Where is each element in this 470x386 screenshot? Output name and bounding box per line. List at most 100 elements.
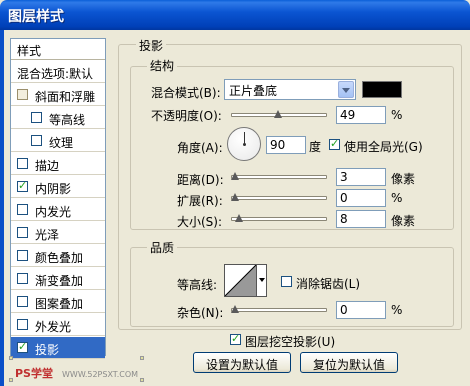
anti-alias-checkbox[interactable] — [281, 276, 292, 287]
opacity-unit: % — [391, 108, 403, 122]
global-light-label: 使用全局光(G) — [344, 140, 423, 154]
style-item[interactable]: 斜面和浮雕 — [11, 84, 105, 106]
window-frame-left — [0, 30, 4, 386]
resize-handle — [9, 378, 13, 382]
style-item-checkbox[interactable] — [17, 296, 28, 307]
style-item-checkbox[interactable] — [17, 179, 28, 192]
blend-mode-select[interactable]: 正片叠底 — [224, 79, 356, 100]
style-item-label: 光泽 — [35, 228, 60, 242]
style-item-label: 外发光 — [35, 320, 72, 334]
title-bar[interactable]: 图层样式 — [0, 0, 470, 30]
style-item-label: 混合选项:默认 — [17, 67, 94, 81]
size-slider-thumb[interactable] — [235, 214, 244, 226]
angle-label: 角度(A): — [177, 141, 223, 155]
opacity-slider[interactable] — [231, 110, 327, 122]
spread-slider-track — [231, 196, 327, 200]
style-item[interactable]: 颜色叠加 — [11, 245, 105, 267]
style-item-checkbox[interactable] — [17, 89, 28, 100]
watermark-logo: PS学堂 — [15, 367, 53, 380]
spread-input[interactable]: 0 — [336, 189, 386, 207]
style-item-label: 图案叠加 — [35, 297, 84, 311]
style-item-checkbox[interactable] — [17, 227, 28, 238]
angle-dial[interactable] — [227, 127, 261, 161]
contour-preview[interactable] — [224, 264, 257, 297]
style-item-label: 等高线 — [49, 113, 86, 127]
style-item[interactable]: 图案叠加 — [11, 291, 105, 313]
spread-unit: % — [391, 191, 403, 205]
style-item-label: 渐变叠加 — [35, 274, 84, 288]
noise-unit: % — [391, 303, 403, 317]
style-item-checkbox[interactable] — [31, 135, 42, 146]
drop-shadow-title: 投影 — [136, 37, 167, 54]
noise-slider[interactable] — [231, 305, 327, 317]
knockout-label: 图层挖空投影(U) — [245, 335, 336, 349]
opacity-input[interactable]: 49 — [336, 106, 386, 124]
set-default-button[interactable]: 设置为默认值 — [193, 352, 291, 373]
style-item-label: 内阴影 — [35, 182, 72, 196]
watermark-url: WWW.52PSXT.COM — [62, 370, 139, 379]
angle-dial-center — [243, 143, 246, 146]
size-label: 大小(S): — [177, 215, 223, 229]
distance-unit: 像素 — [391, 172, 416, 186]
style-item-label: 描边 — [35, 159, 60, 173]
opacity-slider-thumb[interactable] — [274, 110, 283, 122]
size-input[interactable]: 8 — [336, 210, 386, 228]
spread-slider-thumb[interactable] — [231, 193, 240, 205]
spread-label: 扩展(R): — [177, 194, 223, 208]
window-title: 图层样式 — [8, 9, 64, 25]
style-item[interactable]: 等高线 — [11, 107, 105, 129]
contour-label: 等高线: — [177, 278, 218, 292]
distance-slider-track — [231, 175, 327, 179]
size-unit: 像素 — [391, 214, 416, 228]
distance-slider-thumb[interactable] — [231, 172, 240, 184]
structure-title: 结构 — [147, 57, 178, 74]
style-item-label: 投影 — [35, 343, 60, 357]
quality-title: 品质 — [147, 239, 178, 256]
style-item[interactable]: 混合选项:默认 — [11, 61, 105, 83]
style-item-checkbox[interactable] — [17, 273, 28, 284]
style-item[interactable]: 纹理 — [11, 130, 105, 152]
style-item-checkbox[interactable] — [17, 340, 28, 353]
style-item-label: 颜色叠加 — [35, 251, 84, 265]
style-item[interactable]: 内发光 — [11, 199, 105, 221]
size-slider[interactable] — [231, 214, 327, 226]
angle-unit: 度 — [309, 140, 322, 154]
noise-input[interactable]: 0 — [336, 301, 386, 319]
knockout-checkbox[interactable] — [230, 332, 241, 345]
blend-mode-label: 混合模式(B): — [151, 86, 221, 100]
style-item-checkbox[interactable] — [17, 319, 28, 330]
style-item[interactable]: 外发光 — [11, 314, 105, 336]
style-item[interactable]: 渐变叠加 — [11, 268, 105, 290]
opacity-label: 不透明度(O): — [151, 109, 222, 123]
style-item-label: 斜面和浮雕 — [35, 90, 96, 104]
style-item[interactable]: 描边 — [11, 153, 105, 175]
angle-input[interactable]: 90 — [266, 136, 306, 154]
noise-label: 杂色(N): — [177, 306, 224, 320]
styles-list: 样式 混合选项:默认斜面和浮雕等高线纹理描边内阴影内发光光泽颜色叠加渐变叠加图案… — [10, 38, 106, 359]
style-item[interactable]: 光泽 — [11, 222, 105, 244]
layer-style-dialog: 图层样式 样式 混合选项:默认斜面和浮雕等高线纹理描边内阴影内发光光泽颜色叠加渐… — [0, 0, 470, 386]
style-item-checkbox[interactable] — [17, 158, 28, 169]
contour-curve-icon — [225, 265, 256, 296]
style-item[interactable]: 投影 — [11, 337, 105, 359]
style-item[interactable]: 内阴影 — [11, 176, 105, 198]
noise-slider-thumb[interactable] — [231, 305, 240, 317]
resize-handle — [140, 356, 144, 360]
size-slider-track — [231, 217, 327, 221]
style-item-checkbox[interactable] — [17, 204, 28, 215]
style-item-checkbox[interactable] — [31, 112, 42, 123]
distance-slider[interactable] — [231, 172, 327, 184]
distance-input[interactable]: 3 — [336, 168, 386, 186]
anti-alias-label: 消除锯齿(L) — [296, 277, 361, 291]
global-light-checkbox[interactable] — [329, 137, 340, 150]
distance-label: 距离(D): — [177, 173, 224, 187]
spread-slider[interactable] — [231, 193, 327, 205]
shadow-color-swatch[interactable] — [362, 81, 402, 98]
contour-dropdown[interactable] — [256, 264, 267, 297]
style-item-checkbox[interactable] — [17, 250, 28, 261]
styles-list-header[interactable]: 样式 — [11, 39, 105, 60]
style-item-label: 纹理 — [49, 136, 74, 150]
reset-default-button[interactable]: 复位为默认值 — [300, 352, 398, 373]
style-item-label: 内发光 — [35, 205, 72, 219]
noise-slider-track — [231, 308, 327, 312]
